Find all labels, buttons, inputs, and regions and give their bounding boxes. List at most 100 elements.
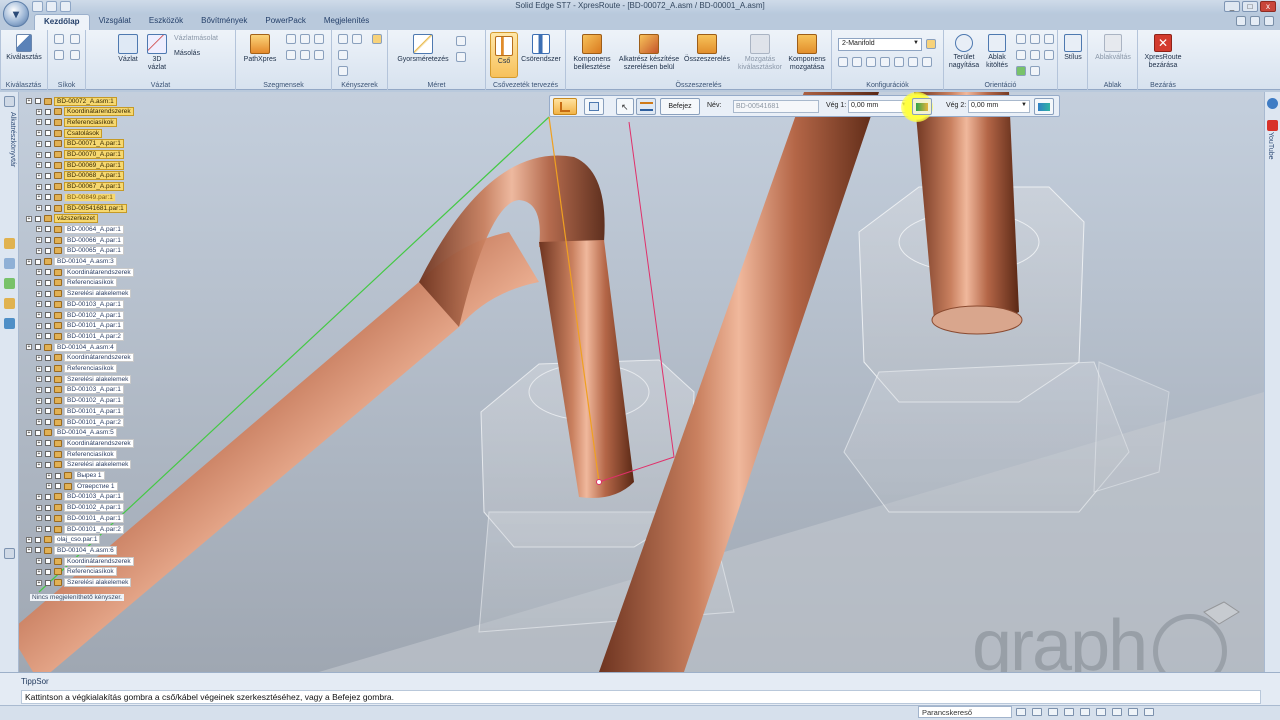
visibility-checkbox[interactable]: [35, 215, 41, 222]
tree-item[interactable]: + BD-00104_A.asm:4: [26, 342, 117, 352]
expand-icon[interactable]: +: [26, 547, 32, 554]
config-save-icon[interactable]: [926, 39, 936, 49]
visibility-checkbox[interactable]: [45, 365, 51, 372]
visibility-checkbox[interactable]: [45, 151, 51, 158]
graphics-viewport[interactable]: [19, 92, 1264, 672]
visibility-checkbox[interactable]: [45, 290, 51, 297]
visibility-checkbox[interactable]: [45, 172, 51, 179]
spin-icon[interactable]: [1044, 50, 1054, 60]
visibility-checkbox[interactable]: [45, 568, 51, 575]
pipe-options-button[interactable]: [553, 98, 577, 115]
tree-item[interactable]: + Koordinátarendszerek: [36, 107, 134, 117]
distance-icon[interactable]: [456, 36, 466, 46]
expand-icon[interactable]: +: [36, 333, 42, 340]
expand-icon[interactable]: +: [36, 322, 42, 329]
tree-item[interactable]: + BD-00101_A.par:2: [36, 524, 124, 534]
minimize-button[interactable]: _: [1224, 1, 1240, 12]
configuration-select[interactable]: 2-Manifold ▼: [838, 38, 922, 51]
config-icon-2[interactable]: [852, 57, 862, 67]
tree-item[interactable]: + BD-00104_A.asm:6: [26, 545, 117, 555]
tree-item[interactable]: + Отверстие 1: [46, 481, 118, 491]
family-icon[interactable]: [4, 278, 15, 289]
doc-close-icon[interactable]: [1264, 16, 1274, 26]
expand-icon[interactable]: +: [36, 493, 42, 500]
end2-input[interactable]: 0,00 mm ▼: [968, 100, 1030, 113]
tree-item[interactable]: + Koordinátarendszerek: [36, 267, 134, 277]
features-icon[interactable]: [4, 298, 15, 309]
view-fit-icon[interactable]: [1016, 708, 1026, 716]
expand-icon[interactable]: +: [26, 429, 32, 436]
visibility-checkbox[interactable]: [45, 162, 51, 169]
sensors-icon[interactable]: [4, 318, 15, 329]
expand-icon[interactable]: +: [36, 408, 42, 415]
vazlat-button[interactable]: Vázlat: [114, 34, 142, 64]
display-status-icon[interactable]: [1096, 708, 1106, 716]
visibility-checkbox[interactable]: [45, 419, 51, 425]
visibility-checkbox[interactable]: [45, 322, 51, 329]
expand-icon[interactable]: +: [26, 258, 32, 265]
visibility-checkbox[interactable]: [45, 205, 51, 211]
plane-angle-icon[interactable]: [54, 50, 64, 60]
angle-dimension-icon[interactable]: [456, 52, 466, 62]
tree-item[interactable]: + olaj_cso.par:1: [26, 535, 101, 545]
tree-item[interactable]: + BD-00068_A.par:1: [36, 171, 124, 181]
assembly-tree-icon[interactable]: [4, 238, 15, 249]
mozgatas-kivalasztaskor-button[interactable]: Mozgatás kiválasztáskor: [736, 34, 784, 72]
tree-item[interactable]: + Вырез 1: [46, 471, 105, 481]
tree-item[interactable]: + Referenciasíkok: [36, 117, 117, 127]
expand-icon[interactable]: +: [36, 130, 42, 137]
expand-icon[interactable]: +: [36, 290, 42, 297]
expand-icon[interactable]: +: [36, 354, 42, 361]
expand-icon[interactable]: +: [36, 461, 42, 468]
visibility-checkbox[interactable]: [45, 440, 51, 447]
path-step-button[interactable]: [636, 98, 656, 115]
visibility-checkbox[interactable]: [45, 386, 51, 393]
maximize-button[interactable]: □: [1242, 1, 1258, 12]
tree-item[interactable]: + BD-00066_A.par:1: [36, 235, 124, 245]
expand-icon[interactable]: +: [26, 98, 32, 104]
expand-icon[interactable]: +: [36, 237, 42, 244]
tree-item[interactable]: + BD-00102_A.par:1: [36, 396, 124, 406]
rotate-status-icon[interactable]: [1064, 708, 1074, 716]
visibility-checkbox[interactable]: [35, 429, 41, 436]
config-icon-7[interactable]: [922, 57, 932, 67]
zoom-icon[interactable]: [1016, 34, 1026, 44]
komponens-mozgatasa-button[interactable]: Komponens mozgatása: [784, 34, 830, 72]
tree-item[interactable]: + Koordinátarendszerek: [36, 556, 134, 566]
expand-icon[interactable]: +: [46, 472, 52, 479]
name-input[interactable]: [733, 100, 819, 113]
tree-item[interactable]: + Szerelési alakelemek: [36, 289, 132, 299]
constraint-axis-icon[interactable]: [338, 66, 348, 76]
tree-item[interactable]: + BD-00102_A.par:1: [36, 503, 124, 513]
visibility-checkbox[interactable]: [45, 183, 51, 190]
expand-icon[interactable]: +: [36, 226, 42, 233]
visibility-checkbox[interactable]: [45, 226, 51, 233]
close-button[interactable]: x: [1260, 1, 1276, 12]
masolas-button[interactable]: Másolás: [174, 50, 234, 58]
tree-item[interactable]: + Referenciasíkok: [36, 449, 117, 459]
visibility-checkbox[interactable]: [45, 558, 51, 565]
zoom-status-icon[interactable]: [1032, 708, 1042, 716]
plane-normal-icon[interactable]: [70, 34, 80, 44]
expand-icon[interactable]: +: [36, 162, 42, 169]
named-view-icon[interactable]: [1030, 66, 1040, 76]
config-icon-5[interactable]: [894, 57, 904, 67]
tree-item[interactable]: + BD-00103_A.par:1: [36, 299, 124, 309]
expand-icon[interactable]: +: [36, 108, 42, 115]
tree-item[interactable]: + BD-00101_A.par:1: [36, 513, 124, 523]
panel-pin-icon[interactable]: [4, 96, 15, 107]
command-search-input[interactable]: Parancskereső: [918, 706, 1012, 718]
visibility-checkbox[interactable]: [45, 312, 51, 318]
shade-status-icon[interactable]: [1112, 708, 1122, 716]
expand-icon[interactable]: +: [36, 440, 42, 447]
tree-item[interactable]: + BD-00104_A.asm:5: [26, 428, 117, 438]
visibility-checkbox[interactable]: [35, 98, 41, 104]
tree-item[interactable]: + BD-00541681.par:1: [36, 203, 127, 213]
expand-icon[interactable]: +: [36, 376, 42, 383]
visibility-checkbox[interactable]: [45, 130, 51, 137]
expand-icon[interactable]: +: [36, 579, 42, 586]
stilus-button[interactable]: Stílus: [1060, 34, 1086, 62]
refresh-icon[interactable]: [1030, 50, 1040, 60]
osszeszereles-button[interactable]: Összeszerelés: [682, 34, 732, 64]
alkatreszkonyvtar-tab[interactable]: Alkatrészkönyvtár: [2, 112, 16, 167]
